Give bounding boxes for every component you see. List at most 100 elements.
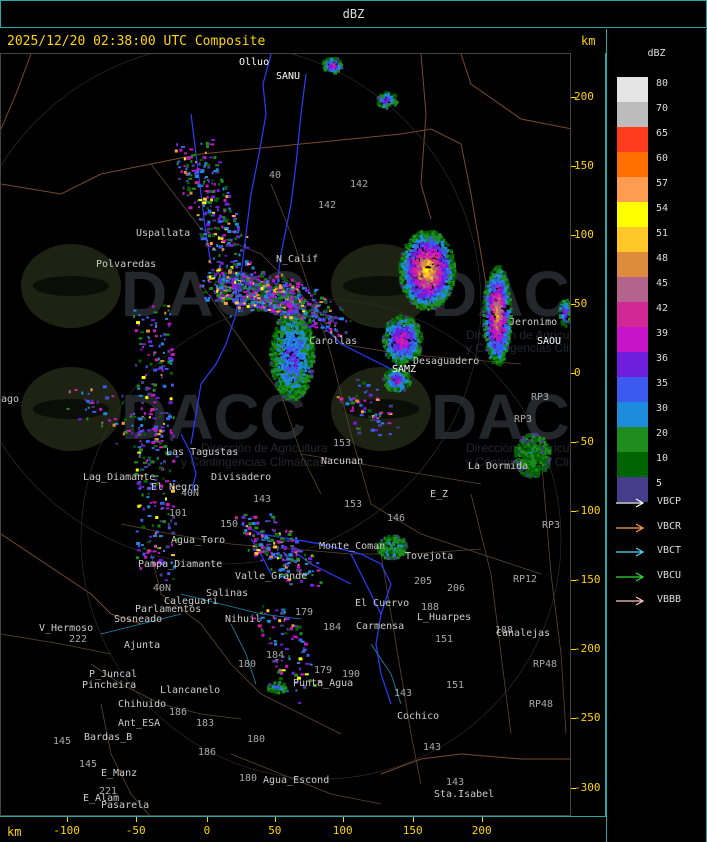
echo-pixel (268, 683, 271, 687)
echo-pixel (278, 319, 282, 323)
echo-pixel (160, 360, 165, 362)
echo-pixel (399, 259, 403, 263)
echo-pixel (535, 433, 539, 437)
echo-pixel (431, 232, 435, 236)
echo-pixel (413, 274, 417, 278)
echo-pixel (413, 253, 417, 257)
echo-pixel (273, 337, 277, 341)
echo-pixel (296, 323, 300, 327)
echo-pixel (419, 248, 423, 252)
echo-pixel (165, 333, 170, 336)
echo-pixel (237, 228, 241, 231)
echo-pixel (400, 284, 404, 288)
echo-pixel (216, 168, 219, 171)
echo-pixel (531, 447, 535, 451)
echo-pixel (148, 416, 151, 419)
echo-pixel (161, 507, 165, 510)
echo-pixel (234, 252, 238, 255)
echo-pixel (384, 93, 388, 97)
echo-pixel (445, 280, 448, 284)
echo-pixel (211, 190, 215, 194)
echo-pixel (520, 449, 524, 453)
echo-pixel (402, 334, 406, 337)
echo-pixel (529, 441, 533, 445)
echo-pixel (529, 475, 533, 479)
echo-pixel (167, 572, 171, 576)
echo-pixel (403, 388, 407, 392)
echo-pixel (133, 314, 135, 318)
echo-pixel (157, 524, 161, 528)
echo-pixel (340, 63, 343, 67)
echo-pixel (203, 233, 208, 236)
echo-pixel (380, 99, 384, 103)
echo-pixel (158, 344, 161, 348)
echo-pixel (428, 283, 432, 287)
echo-pixel (185, 168, 188, 171)
echo-pixel (396, 354, 400, 357)
echo-pixel (292, 366, 296, 370)
radar-map[interactable]: DACC DACC DACC DACC Dirección de Agricul… (0, 53, 571, 816)
echo-pixel (279, 323, 283, 326)
echo-pixel (416, 261, 420, 265)
echo-pixel (223, 226, 228, 229)
echo-pixel (406, 265, 410, 269)
echo-pixel (428, 269, 432, 273)
echo-pixel (251, 266, 255, 270)
echo-pixel (199, 184, 204, 187)
echo-pixel (492, 344, 496, 348)
echo-pixel (214, 299, 219, 303)
echo-pixel (276, 685, 280, 689)
echo-pixel (151, 447, 155, 449)
echo-pixel (400, 343, 404, 347)
echo-pixel (302, 356, 306, 359)
echo-pixel (157, 546, 160, 549)
echo-pixel (256, 308, 261, 312)
echo-pixel (214, 283, 217, 286)
echo-pixel (147, 463, 151, 467)
echo-pixel (176, 143, 178, 147)
echo-pixel (141, 493, 144, 497)
echo-pixel (220, 300, 224, 303)
echo-pixel (171, 554, 175, 557)
echo-pixel (400, 340, 404, 344)
echo-pixel (412, 277, 416, 281)
echo-pixel (404, 348, 408, 351)
echo-pixel (289, 377, 293, 381)
echo-pixel (196, 214, 200, 217)
echo-pixel (276, 345, 280, 349)
echo-pixel (485, 348, 489, 352)
echo-pixel (502, 357, 506, 361)
echo-pixel (517, 444, 521, 447)
echo-pixel (243, 244, 246, 248)
echo-pixel (177, 160, 181, 163)
echo-pixel (295, 341, 298, 345)
echo-pixel (492, 307, 496, 311)
echo-pixel (240, 280, 243, 283)
echo-pixel (338, 59, 341, 63)
echo-pixel (143, 547, 147, 550)
echo-pixel (498, 275, 502, 279)
echo-pixel (206, 227, 210, 231)
echo-pixel (307, 379, 311, 383)
echo-pixel (159, 573, 163, 577)
echo-pixel (301, 392, 305, 396)
echo-pixel (242, 275, 246, 279)
echo-pixel (546, 449, 550, 453)
echo-pixel (169, 432, 173, 435)
echo-pixel (234, 280, 237, 284)
echo-pixel (212, 271, 215, 274)
echo-pixel (224, 272, 227, 275)
echo-pixel (384, 383, 388, 387)
echo-pixel (435, 272, 439, 276)
echo-pixel (282, 682, 286, 686)
echo-pixel (491, 360, 495, 364)
echo-pixel (272, 364, 275, 367)
echo-pixel (170, 519, 173, 523)
echo-pixel (411, 239, 415, 243)
echo-pixel (140, 407, 143, 411)
echo-pixel (166, 417, 170, 421)
echo-pixel (409, 336, 413, 340)
echo-pixel (189, 148, 194, 151)
echo-pixel (202, 285, 205, 288)
echo-pixel (281, 382, 285, 386)
